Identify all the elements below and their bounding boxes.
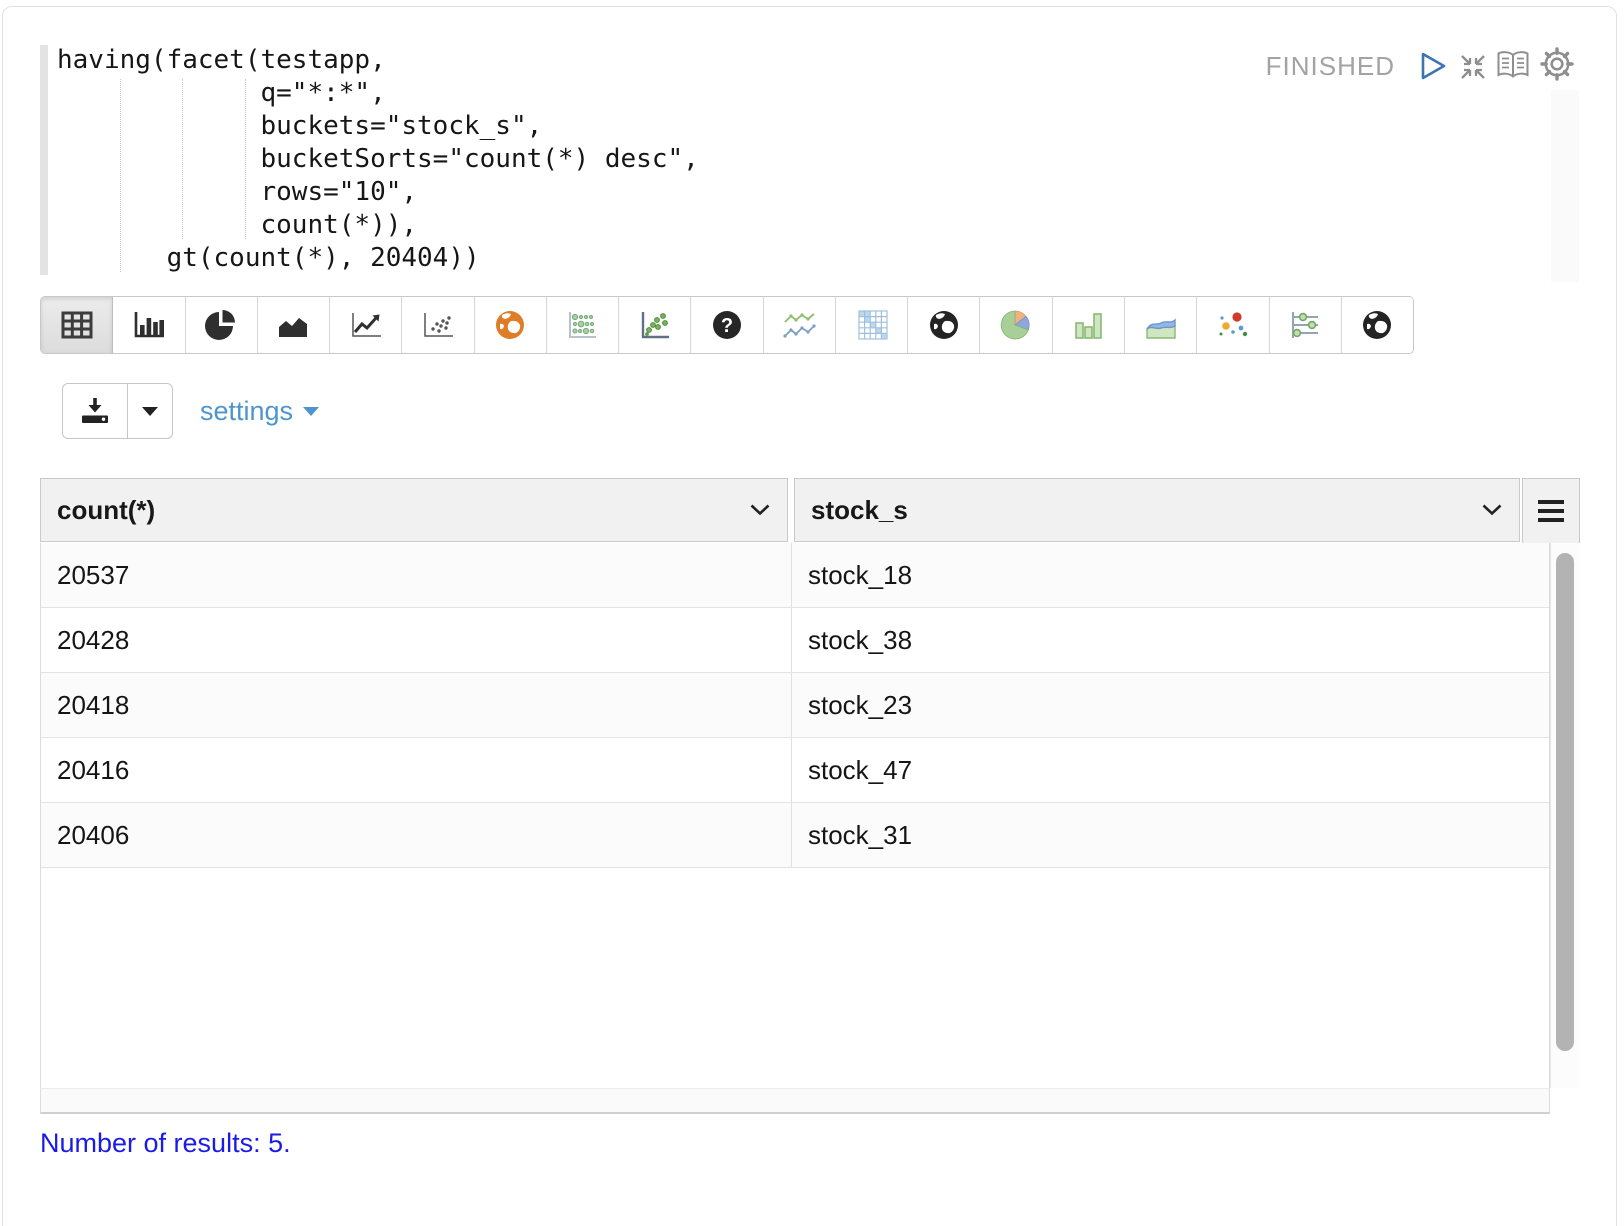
viz-table-button[interactable] (41, 297, 113, 353)
result-table: count(*) stock_s 20537stock_1820428stock… (40, 478, 1580, 1118)
line-chart-icon (349, 310, 383, 340)
bar-chart-icon (132, 310, 166, 340)
table-cell: 20428 (41, 608, 791, 672)
heatmap-icon (855, 309, 889, 341)
caret-down-icon (142, 407, 158, 416)
globe-dark-icon (928, 309, 960, 341)
pie-color-icon (999, 309, 1033, 341)
download-button[interactable] (62, 383, 127, 439)
viz-area-chart-button[interactable] (258, 297, 330, 353)
chevron-down-icon[interactable] (1481, 503, 1503, 516)
viz-bubble-matrix-button[interactable] (547, 297, 619, 353)
table-row: 20418stock_23 (41, 673, 1549, 738)
multi-line-chart-icon (782, 309, 816, 341)
column-header-label: stock_s (811, 495, 908, 526)
table-cell: 20418 (41, 673, 791, 737)
viz-area-stacked-button[interactable] (1125, 297, 1197, 353)
table-row: 20416stock_47 (41, 738, 1549, 803)
pie-chart-icon (204, 309, 238, 341)
table-cell: stock_23 (791, 673, 1549, 737)
area-stacked-icon (1144, 310, 1178, 340)
table-cell: stock_38 (791, 608, 1549, 672)
viz-range-sliders-button[interactable] (1270, 297, 1342, 353)
column-header-label: count(*) (57, 495, 155, 526)
hamburger-icon (1538, 500, 1564, 522)
table-body: 20537stock_1820428stock_3820418stock_232… (40, 543, 1550, 1088)
download-options-button[interactable] (127, 383, 173, 439)
table-cell: 20406 (41, 803, 791, 867)
book-icon (1495, 48, 1531, 82)
code-editor[interactable]: having(facet(testapp, q="*:*", buckets="… (57, 44, 699, 275)
svg-text:?: ? (721, 315, 733, 337)
viz-help-button[interactable]: ? (691, 297, 763, 353)
indent-guide (182, 79, 183, 239)
viz-line-chart-button[interactable] (330, 297, 402, 353)
bubble-matrix-icon (565, 310, 599, 340)
viz-heatmap-button[interactable] (836, 297, 908, 353)
viz-scatter-color-button[interactable] (1197, 297, 1269, 353)
run-paragraph-button[interactable] (1414, 47, 1452, 85)
viz-multi-line-button[interactable] (764, 297, 836, 353)
question-icon: ? (711, 309, 743, 341)
paragraph-status: FINISHED (1150, 51, 1395, 82)
globe-orange-icon (494, 309, 526, 341)
play-icon (1418, 50, 1448, 82)
gear-icon (1539, 46, 1575, 82)
viz-toolbar: ? (40, 296, 1414, 354)
results-count-text: Number of results: 5. (40, 1128, 291, 1159)
viz-pie-chart-button[interactable] (186, 297, 258, 353)
table-menu-button[interactable] (1522, 478, 1580, 544)
column-header-stock[interactable]: stock_s (794, 478, 1520, 542)
compress-icon (1457, 51, 1489, 83)
editor-scrollbar-track (1551, 90, 1579, 282)
table-cell: 20416 (41, 738, 791, 802)
viz-map-dark-2-button[interactable] (1342, 297, 1413, 353)
table-icon (60, 310, 94, 340)
collapse-paragraph-button[interactable] (1454, 48, 1492, 86)
viz-pie-color-button[interactable] (980, 297, 1052, 353)
indent-guide (120, 79, 121, 272)
table-cell: stock_18 (791, 543, 1549, 607)
indent-guide (245, 79, 246, 239)
table-scrollbar-thumb[interactable] (1556, 553, 1574, 1051)
table-cell: 20537 (41, 543, 791, 607)
column-header-count[interactable]: count(*) (40, 478, 788, 542)
viz-scatter-green-button[interactable] (619, 297, 691, 353)
bar-green-icon (1071, 310, 1105, 340)
globe-dark-icon (1361, 309, 1393, 341)
table-footer-strip (40, 1088, 1550, 1114)
scatter-chart-icon (421, 310, 455, 340)
zeppelin-paragraph: having(facet(testapp, q="*:*", buckets="… (0, 0, 1624, 1226)
viz-bar-chart-button[interactable] (113, 297, 185, 353)
settings-label: settings (200, 396, 293, 427)
table-row: 20428stock_38 (41, 608, 1549, 673)
chevron-down-icon[interactable] (749, 503, 771, 516)
area-chart-icon (276, 310, 310, 340)
paragraph-settings-button[interactable] (1538, 45, 1576, 83)
range-sliders-icon (1288, 309, 1322, 341)
table-cell: stock_31 (791, 803, 1549, 867)
viz-map-orange-button[interactable] (475, 297, 547, 353)
caret-down-icon (303, 407, 319, 416)
table-cell: stock_47 (791, 738, 1549, 802)
table-row: 20537stock_18 (41, 543, 1549, 608)
viz-scatter-chart-button[interactable] (402, 297, 474, 353)
scatter-color-icon (1216, 309, 1250, 341)
editor-gutter (40, 45, 48, 275)
table-row: 20406stock_31 (41, 803, 1549, 868)
viz-bar-green-button[interactable] (1053, 297, 1125, 353)
download-split-button (62, 383, 173, 439)
viz-map-dark-button[interactable] (908, 297, 980, 353)
settings-toggle[interactable]: settings (200, 383, 319, 439)
show-editor-button[interactable] (1494, 46, 1532, 84)
scatter-green-icon (638, 310, 672, 340)
download-icon (79, 396, 111, 426)
